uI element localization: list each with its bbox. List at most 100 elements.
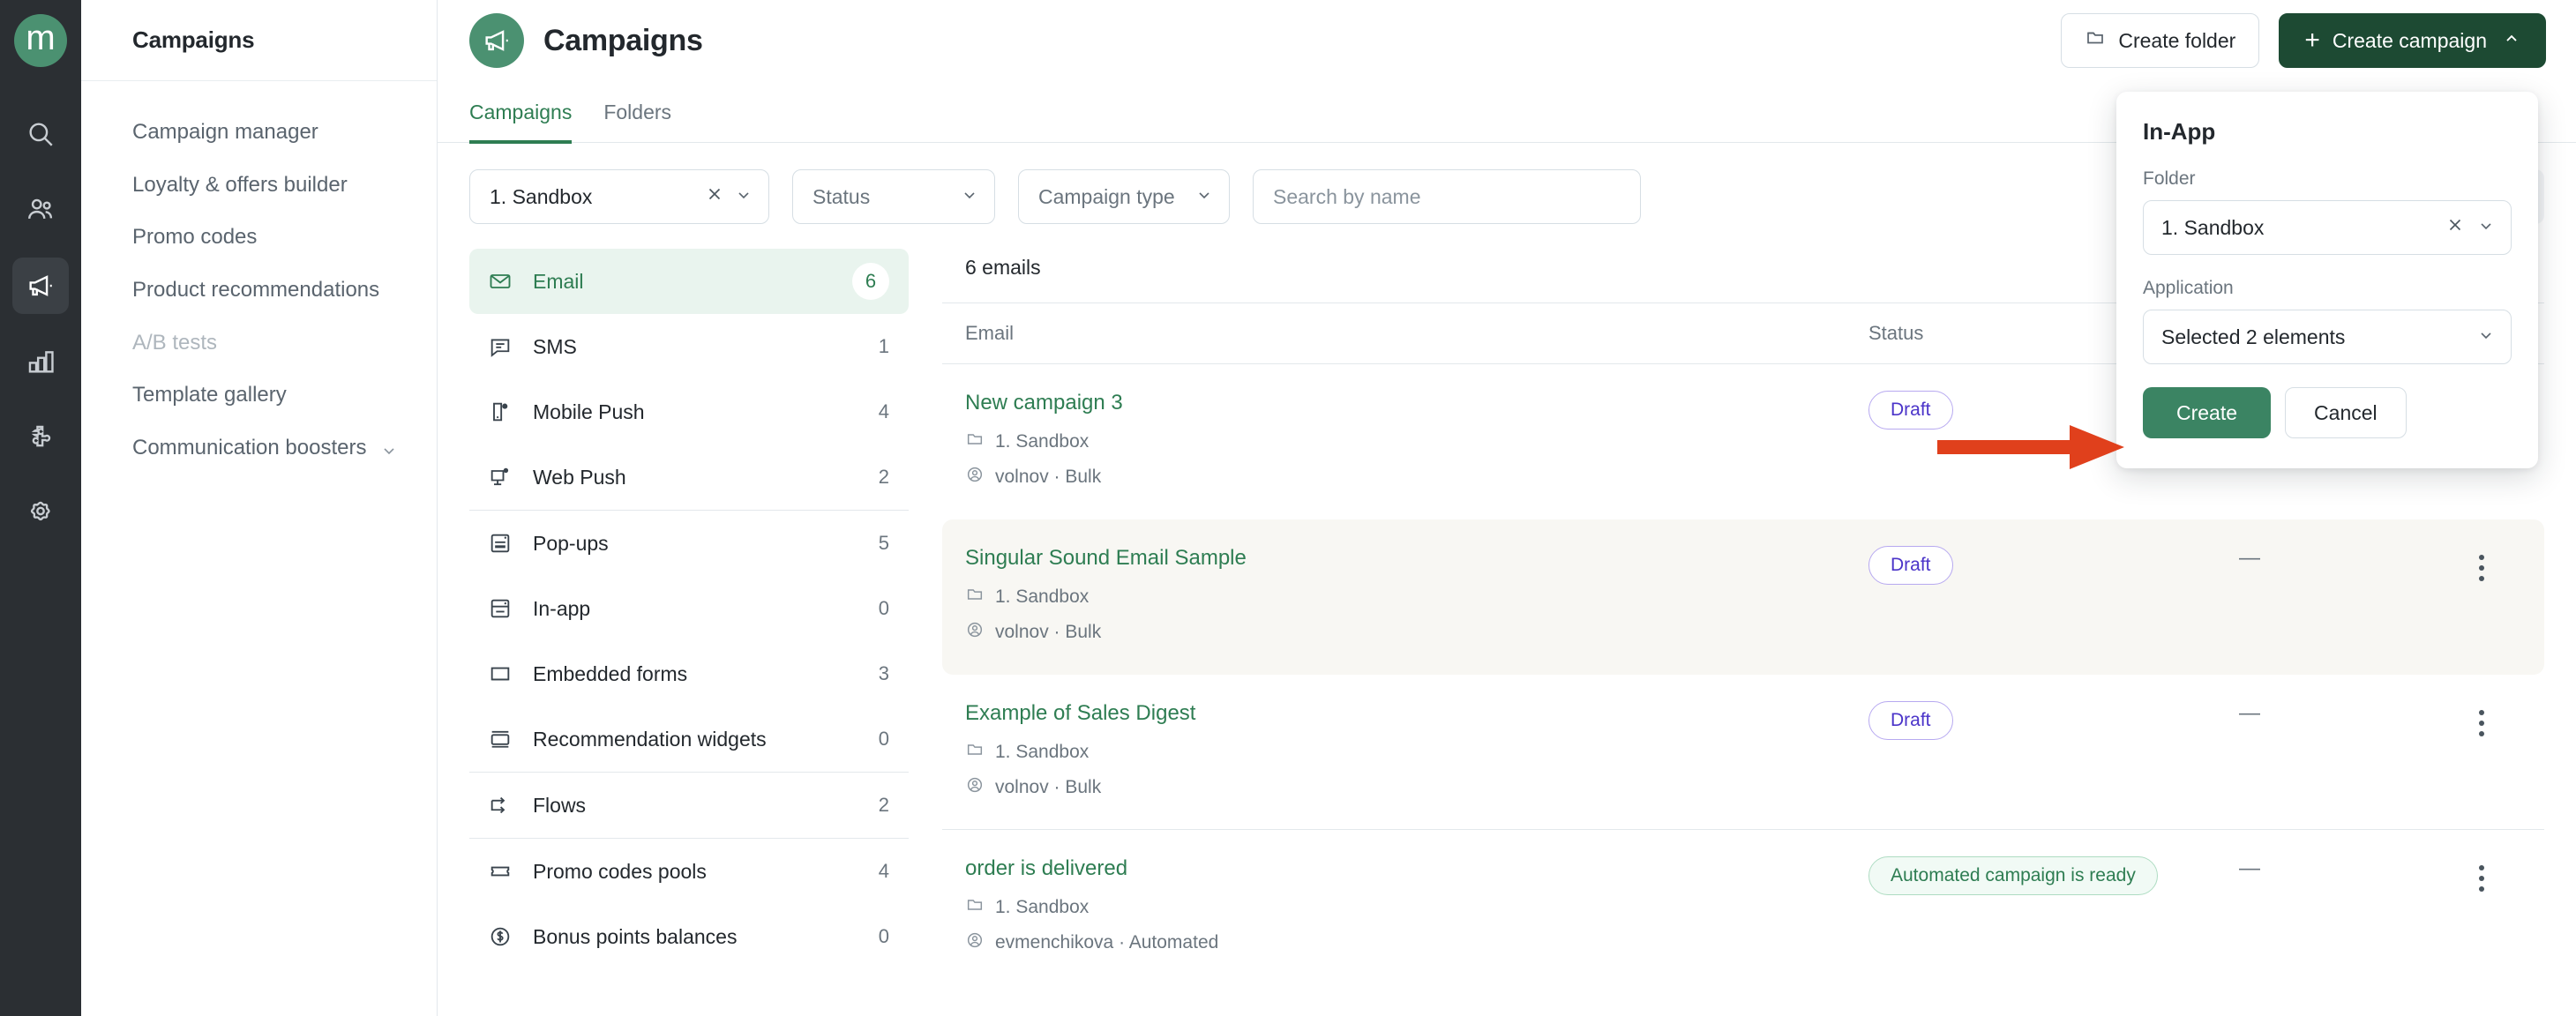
channel-item-bonus-points-balances[interactable]: Bonus points balances 0 — [469, 904, 909, 969]
channel-count: 0 — [878, 728, 889, 750]
row-extra-cell: — — [2239, 856, 2442, 955]
popover-folder-select[interactable]: 1. Sandbox — [2143, 200, 2512, 255]
tab-folders[interactable]: Folders — [603, 81, 671, 144]
row-email-cell: New campaign 3 1. Sandbox volnov · Bulk — [965, 391, 1868, 489]
campaign-name-link[interactable]: order is delivered — [965, 856, 1868, 881]
channel-item-recommendation-widgets[interactable]: Recommendation widgets 0 — [469, 706, 909, 772]
channel-count: 4 — [878, 400, 889, 422]
channel-count: 4 — [878, 860, 889, 882]
channel-item-email[interactable]: Email 6 — [469, 249, 909, 314]
clear-icon[interactable] — [2445, 215, 2465, 240]
cancel-button[interactable]: Cancel — [2285, 387, 2407, 438]
campaign-type-filter-placeholder: Campaign type — [1038, 184, 1175, 208]
flow-icon — [487, 792, 513, 818]
search-icon[interactable] — [12, 106, 69, 162]
user-icon — [965, 775, 985, 800]
sidebar-item-product-recommendations[interactable]: Product recommendations — [81, 264, 437, 317]
row-status-cell: Automated campaign is ready — [1868, 856, 2239, 955]
row-folder: 1. Sandbox — [965, 430, 1868, 454]
row-more-menu-icon[interactable] — [2442, 701, 2521, 736]
table-row[interactable]: Singular Sound Email Sample 1. Sandbox v… — [942, 519, 2544, 675]
channel-item-in-app[interactable]: In-app 0 — [469, 576, 909, 641]
row-menu-cell — [2442, 856, 2521, 955]
users-icon[interactable] — [12, 182, 69, 238]
folder-icon — [965, 740, 985, 765]
popover-application-select[interactable]: Selected 2 elements — [2143, 310, 2512, 364]
row-folder-label: 1. Sandbox — [995, 431, 1090, 452]
campaign-type-filter-select[interactable]: Campaign type — [1018, 169, 1230, 224]
channel-label: Bonus points balances — [533, 924, 738, 948]
popover-actions: Create Cancel — [2143, 387, 2512, 438]
sidebar-item-loyalty-offers-builder[interactable]: Loyalty & offers builder — [81, 159, 437, 212]
app-root: m Campaigns Campaign manager Loyalty & o… — [0, 0, 2576, 1016]
channel-label: Web Push — [533, 465, 626, 489]
in-app-icon — [487, 595, 513, 622]
row-author: volnov · Bulk — [965, 775, 1868, 800]
sidebar-item-ab-tests[interactable]: A/B tests — [81, 317, 437, 370]
campaign-name-link[interactable]: New campaign 3 — [965, 391, 1868, 415]
channel-item-mobile-push[interactable]: Mobile Push 4 — [469, 379, 909, 444]
sidebar-item-campaign-manager[interactable]: Campaign manager — [81, 106, 437, 159]
in-app-create-popover: In-App Folder 1. Sandbox Application Sel… — [2116, 92, 2538, 468]
status-badge: Draft — [1868, 391, 1953, 430]
channel-count: 2 — [878, 466, 889, 488]
user-icon — [965, 930, 985, 955]
folder-filter-value: 1. Sandbox — [490, 184, 593, 208]
clear-icon[interactable] — [705, 184, 724, 209]
sidebar-item-label: Product recommendations — [132, 278, 380, 303]
puzzle-icon[interactable] — [12, 409, 69, 466]
chevron-down-icon — [380, 439, 398, 467]
row-folder-label: 1. Sandbox — [995, 742, 1090, 762]
sidebar-item-template-gallery[interactable]: Template gallery — [81, 369, 437, 422]
row-extra-value: — — [2239, 856, 2260, 880]
channel-count: 1 — [878, 335, 889, 357]
sidebar-item-label: Template gallery — [132, 383, 287, 407]
bar-chart-icon[interactable] — [12, 333, 69, 390]
dollar-circle-icon — [487, 923, 513, 950]
channel-count: 2 — [878, 794, 889, 816]
channel-item-embedded-forms[interactable]: Embedded forms 3 — [469, 641, 909, 706]
table-row[interactable]: order is delivered 1. Sandbox evmenchiko… — [942, 830, 2544, 985]
row-folder: 1. Sandbox — [965, 585, 1868, 609]
search-input[interactable]: Search by name — [1253, 169, 1641, 224]
status-filter-select[interactable]: Status — [792, 169, 995, 224]
tab-campaigns[interactable]: Campaigns — [469, 81, 573, 144]
gear-icon[interactable] — [12, 485, 69, 542]
chat-bubble-icon — [487, 333, 513, 360]
channel-item-promo-codes-pools[interactable]: Promo codes pools 4 — [469, 839, 909, 904]
row-author: volnov · Bulk — [965, 620, 1868, 645]
channel-item-pop-ups[interactable]: Pop-ups 5 — [469, 511, 909, 576]
channel-label: Recommendation widgets — [533, 727, 767, 751]
create-button[interactable]: Create — [2143, 387, 2272, 438]
channel-item-flows[interactable]: Flows 2 — [469, 773, 909, 838]
channel-group-rewards: Promo codes pools 4 Bonus points balance… — [469, 838, 909, 969]
row-menu-cell — [2442, 546, 2521, 645]
folder-filter-select[interactable]: 1. Sandbox — [469, 169, 769, 224]
channel-label: Embedded forms — [533, 661, 688, 685]
row-more-menu-icon[interactable] — [2442, 856, 2521, 892]
row-author-label: evmenchikova · Automated — [995, 932, 1219, 952]
channel-item-sms[interactable]: SMS 1 — [469, 314, 909, 379]
row-status-cell: Draft — [1868, 701, 2239, 800]
nav-header: Campaigns — [81, 0, 437, 81]
campaign-name-link[interactable]: Singular Sound Email Sample — [965, 546, 1868, 571]
create-folder-button[interactable]: Create folder — [2061, 13, 2260, 68]
channel-label: In-app — [533, 596, 591, 620]
create-campaign-button[interactable]: + Create campaign — [2279, 13, 2546, 68]
sidebar-item-communication-boosters[interactable]: Communication boosters — [81, 422, 437, 480]
megaphone-icon[interactable] — [12, 258, 69, 314]
create-folder-label: Create folder — [2118, 28, 2236, 52]
popover-title: In-App — [2143, 118, 2216, 145]
nav-sidebar: Campaigns Campaign manager Loyalty & off… — [81, 0, 438, 1016]
table-row[interactable]: Example of Sales Digest 1. Sandbox volno… — [942, 675, 2544, 830]
app-logo[interactable]: m — [0, 0, 81, 81]
page-header: Campaigns Create folder + Create campaig… — [438, 0, 2576, 81]
campaign-name-link[interactable]: Example of Sales Digest — [965, 701, 1868, 726]
status-badge: Draft — [1868, 546, 1953, 585]
sidebar-item-promo-codes[interactable]: Promo codes — [81, 211, 437, 264]
icon-rail: m — [0, 0, 81, 1016]
search-placeholder: Search by name — [1273, 184, 1421, 208]
row-more-menu-icon[interactable] — [2442, 546, 2521, 581]
row-folder: 1. Sandbox — [965, 740, 1868, 765]
channel-item-web-push[interactable]: Web Push 2 — [469, 444, 909, 510]
